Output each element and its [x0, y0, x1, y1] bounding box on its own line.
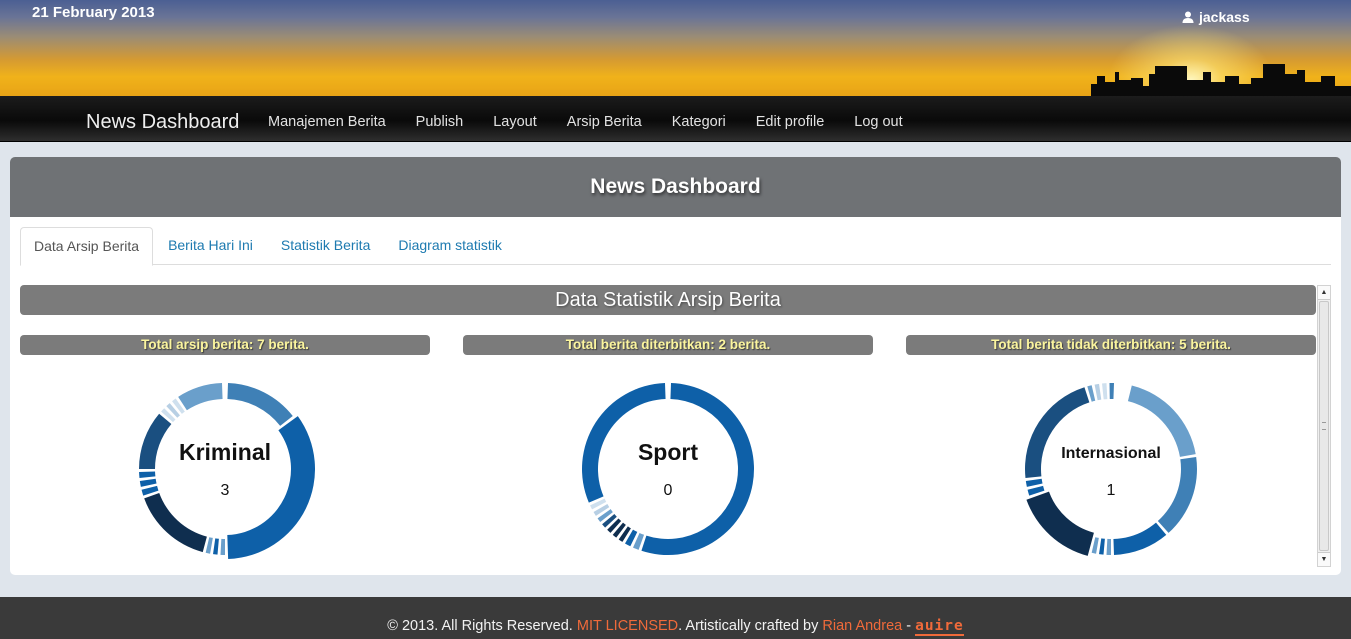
stat-total-arsip: Total arsip berita: 7 berita. — [20, 335, 430, 355]
tab-berita-hari-ini[interactable]: Berita Hari Ini — [155, 227, 266, 265]
mit-license-link[interactable]: MIT LICENSED — [577, 618, 678, 634]
tab-diagram-statistik[interactable]: Diagram statistik — [385, 227, 514, 265]
nav-item-manajemen-berita[interactable]: Manajemen Berita — [268, 114, 386, 130]
donut-segment — [144, 492, 207, 553]
donut-center-count: 3 — [220, 482, 230, 499]
current-date: 21 February 2013 — [32, 4, 155, 21]
donut-segment — [1102, 383, 1108, 400]
donut-segment — [205, 537, 213, 554]
donut-chart-kriminal[interactable]: Kriminal 3 — [135, 379, 315, 559]
section-title: Data Statistik Arsip Berita — [20, 285, 1316, 315]
donut-segment — [1094, 383, 1102, 401]
page-header: News Dashboard — [10, 157, 1341, 217]
grip-icon — [1322, 422, 1326, 430]
donut-segment — [1087, 385, 1096, 402]
nav-item-kategori[interactable]: Kategori — [672, 114, 726, 130]
donut-center-count: 0 — [663, 482, 673, 499]
tab-bar: Data Arsip Berita Berita Hari Ini Statis… — [20, 227, 1331, 266]
donut-ring — [582, 383, 754, 555]
donut-center-label: Kriminal — [178, 439, 272, 465]
donut-segment — [1099, 538, 1105, 555]
username-label: jackass — [1199, 9, 1250, 25]
footer-crafted-text: . Artistically crafted by — [678, 618, 823, 634]
nav-item-edit-profile[interactable]: Edit profile — [756, 114, 825, 130]
statistics-scroll-area: Data Statistik Arsip Berita Total arsip … — [20, 285, 1342, 567]
nav-item-log-out[interactable]: Log out — [854, 114, 902, 130]
vertical-scrollbar[interactable]: ▲ ▼ — [1317, 285, 1331, 567]
donut-segment — [1091, 537, 1099, 554]
donut-ring — [139, 383, 315, 559]
donut-segment — [178, 383, 223, 411]
donut-chart-internasional[interactable]: Internasional 1 — [1021, 379, 1201, 559]
donut-segment — [220, 538, 225, 555]
header-banner: 21 February 2013 jackass — [0, 0, 1351, 96]
user-account-link[interactable]: jackass — [1182, 9, 1250, 25]
nav-item-layout[interactable]: Layout — [493, 114, 537, 130]
scroll-up-arrow-icon[interactable]: ▲ — [1318, 286, 1330, 300]
donut-segment — [1025, 387, 1090, 478]
donut-segment — [227, 383, 293, 426]
navbar-brand[interactable]: News Dashboard — [86, 111, 239, 134]
donut-center-label: Sport — [637, 439, 699, 465]
stat-total-tidak-diterbitkan: Total berita tidak diterbitkan: 5 berita… — [906, 335, 1316, 355]
stat-column-total-arsip: Total arsip berita: 7 berita. Kriminal 3 — [20, 335, 430, 567]
scrollbar-thumb[interactable] — [1319, 301, 1329, 551]
donut-segment — [1113, 522, 1167, 555]
footer-copyright: © 2013. All Rights Reserved. — [387, 618, 577, 634]
donut-segment — [1106, 538, 1111, 555]
content-panel: Data Arsip Berita Berita Hari Ini Statis… — [10, 217, 1341, 575]
tab-data-arsip-berita[interactable]: Data Arsip Berita — [20, 227, 154, 266]
main-navbar: News Dashboard Manajemen Berita Publish … — [0, 96, 1351, 142]
city-skyline-image — [1091, 64, 1351, 96]
scroll-down-arrow-icon[interactable]: ▼ — [1318, 552, 1330, 566]
nav-item-arsip-berita[interactable]: Arsip Berita — [567, 114, 642, 130]
footer-separator: - — [902, 618, 916, 634]
donut-segment — [641, 383, 754, 555]
donut-segment — [139, 471, 156, 478]
auire-logo[interactable]: auire — [915, 618, 964, 636]
donut-segment — [1026, 491, 1094, 556]
stat-total-diterbitkan: Total berita diterbitkan: 2 berita. — [463, 335, 873, 355]
donut-chart-sport[interactable]: Sport 0 — [578, 379, 758, 559]
donut-segment — [213, 538, 219, 555]
author-link[interactable]: Rian Andrea — [822, 618, 902, 634]
donut-center-label: Internasional — [1061, 445, 1161, 462]
nav-item-publish[interactable]: Publish — [416, 114, 464, 130]
user-icon — [1182, 11, 1194, 23]
nav-menu: Manajemen Berita Publish Layout Arsip Be… — [268, 114, 933, 130]
donut-segment — [1109, 383, 1115, 400]
donut-ring — [1025, 383, 1197, 556]
donut-center-count: 1 — [1106, 482, 1116, 499]
page-footer: © 2013. All Rights Reserved. MIT LICENSE… — [0, 597, 1351, 639]
stat-column-tidak-diterbitkan: Total berita tidak diterbitkan: 5 berita… — [906, 335, 1316, 567]
page-title: News Dashboard — [590, 175, 761, 198]
stat-column-diterbitkan: Total berita diterbitkan: 2 berita. Spor… — [463, 335, 873, 567]
tab-statistik-berita[interactable]: Statistik Berita — [268, 227, 383, 265]
